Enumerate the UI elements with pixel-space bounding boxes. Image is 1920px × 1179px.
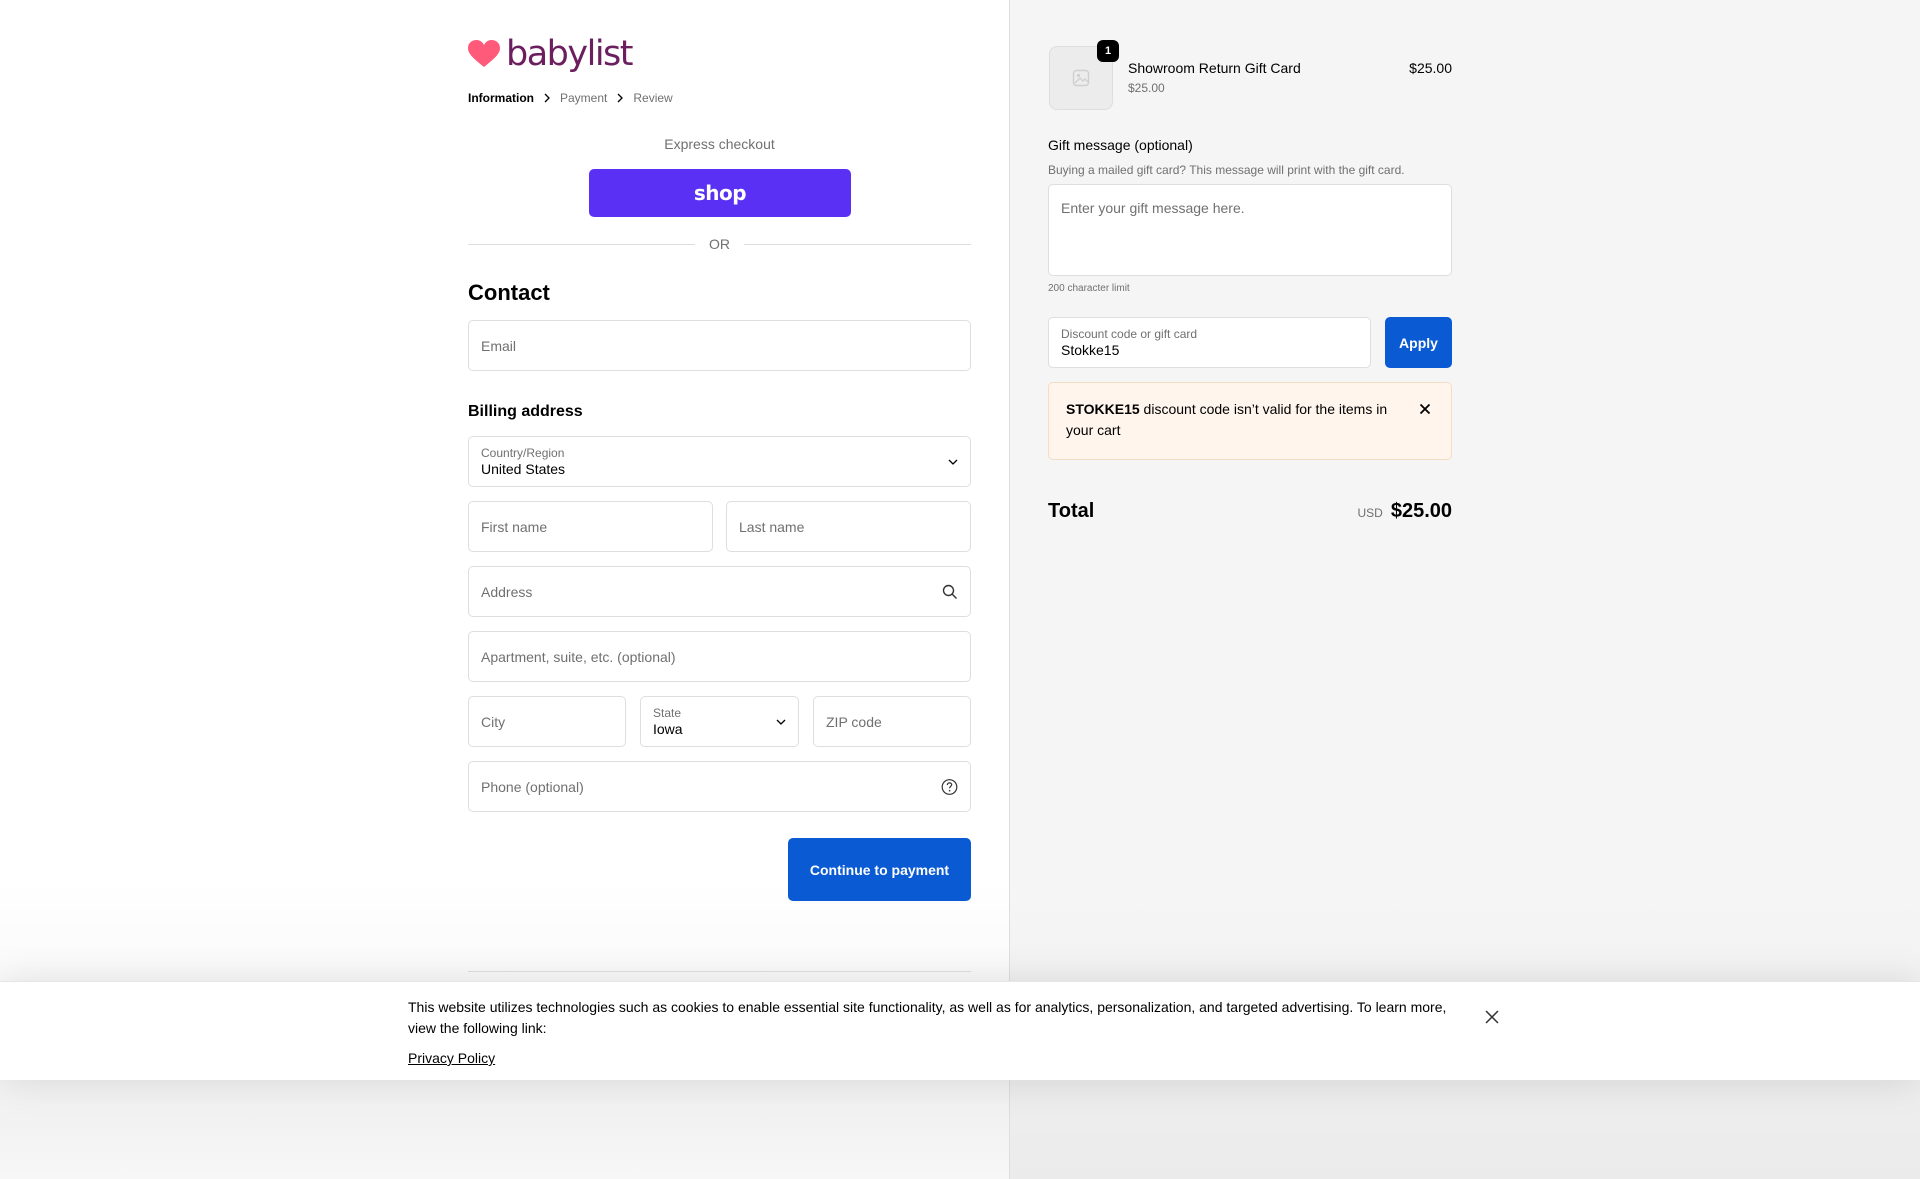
divider-line: [468, 243, 695, 245]
image-placeholder-icon: [1072, 69, 1090, 87]
breadcrumb: Information Payment Review: [468, 90, 673, 106]
footer-divider: [468, 971, 971, 972]
apply-discount-button[interactable]: Apply: [1385, 317, 1452, 368]
cookie-text: This website utilizes technologies such …: [408, 999, 1447, 1036]
shop-pay-button[interactable]: shop: [589, 169, 851, 217]
close-icon[interactable]: [1480, 1005, 1504, 1029]
item-unit-price: $25.00: [1128, 81, 1165, 95]
discount-code-field[interactable]: Discount code or gift card Stokke15: [1048, 317, 1371, 368]
billing-heading: Billing address: [468, 403, 583, 420]
quantity-badge: 1: [1097, 40, 1119, 62]
total-currency: USD: [1357, 506, 1383, 520]
close-icon[interactable]: [1415, 399, 1435, 419]
heart-logo-icon: [468, 40, 500, 67]
discount-error-alert: STOKKE15 discount code isn’t valid for t…: [1048, 382, 1452, 460]
city-placeholder: City: [481, 713, 506, 730]
brand-logo[interactable]: babylist: [468, 34, 634, 74]
help-circle-icon[interactable]: [941, 778, 958, 795]
state-label: State: [653, 705, 682, 720]
or-divider: OR: [468, 236, 971, 252]
gift-message-textarea[interactable]: Enter your gift message here.: [1048, 184, 1452, 276]
zip-placeholder: ZIP code: [826, 713, 882, 730]
item-price: $25.00: [1409, 60, 1452, 76]
chevron-down-icon: [776, 719, 786, 725]
privacy-policy-link[interactable]: Privacy Policy: [408, 1050, 495, 1066]
gift-message-title: Gift message (optional): [1048, 137, 1193, 153]
character-limit: 200 character limit: [1048, 283, 1130, 294]
breadcrumb-payment: Payment: [560, 91, 608, 105]
shop-pay-label: shop: [693, 181, 747, 205]
total-label: Total: [1048, 500, 1095, 522]
chevron-right-icon: [607, 93, 633, 103]
city-field[interactable]: City: [468, 696, 626, 747]
divider-line: [744, 243, 971, 245]
chevron-right-icon: [534, 93, 560, 103]
phone-field[interactable]: Phone (optional): [468, 761, 971, 812]
address-field[interactable]: Address: [468, 566, 971, 617]
total-amount: $25.00: [1390, 500, 1452, 522]
item-name: Showroom Return Gift Card: [1128, 60, 1301, 76]
phone-placeholder: Phone (optional): [481, 778, 584, 795]
apartment-field[interactable]: Apartment, suite, etc. (optional): [468, 631, 971, 682]
search-icon: [942, 584, 958, 600]
country-label: Country/Region: [481, 445, 565, 460]
zip-field[interactable]: ZIP code: [813, 696, 971, 747]
discount-label: Discount code or gift card: [1061, 326, 1198, 341]
brand-name: babylist: [506, 34, 634, 74]
contact-heading: Contact: [468, 280, 550, 305]
cookie-banner: This website utilizes technologies such …: [0, 981, 1920, 1080]
total-value: USD $25.00: [1252, 500, 1452, 523]
express-checkout-title: Express checkout: [664, 136, 775, 152]
country-value: United States: [481, 460, 566, 477]
apartment-placeholder: Apartment, suite, etc. (optional): [481, 648, 676, 665]
breadcrumb-information: Information: [468, 91, 534, 105]
state-select[interactable]: State Iowa: [640, 696, 799, 747]
breadcrumb-review: Review: [633, 91, 673, 105]
country-select[interactable]: Country/Region United States: [468, 436, 971, 487]
email-field[interactable]: Email: [468, 320, 971, 371]
discount-error-code: STOKKE15: [1066, 401, 1140, 417]
first-name-field[interactable]: First name: [468, 501, 713, 552]
or-label: OR: [709, 236, 730, 252]
state-value: Iowa: [653, 720, 683, 737]
first-name-placeholder: First name: [481, 518, 548, 535]
gift-message-placeholder: Enter your gift message here.: [1061, 200, 1245, 216]
email-placeholder: Email: [481, 337, 517, 354]
gift-message-help: Buying a mailed gift card? This message …: [1048, 163, 1405, 177]
last-name-field[interactable]: Last name: [726, 501, 971, 552]
last-name-placeholder: Last name: [739, 518, 805, 535]
continue-to-payment-button[interactable]: Continue to payment: [788, 838, 971, 901]
chevron-down-icon: [948, 459, 958, 465]
discount-value: Stokke15: [1061, 341, 1120, 358]
address-placeholder: Address: [481, 583, 533, 600]
